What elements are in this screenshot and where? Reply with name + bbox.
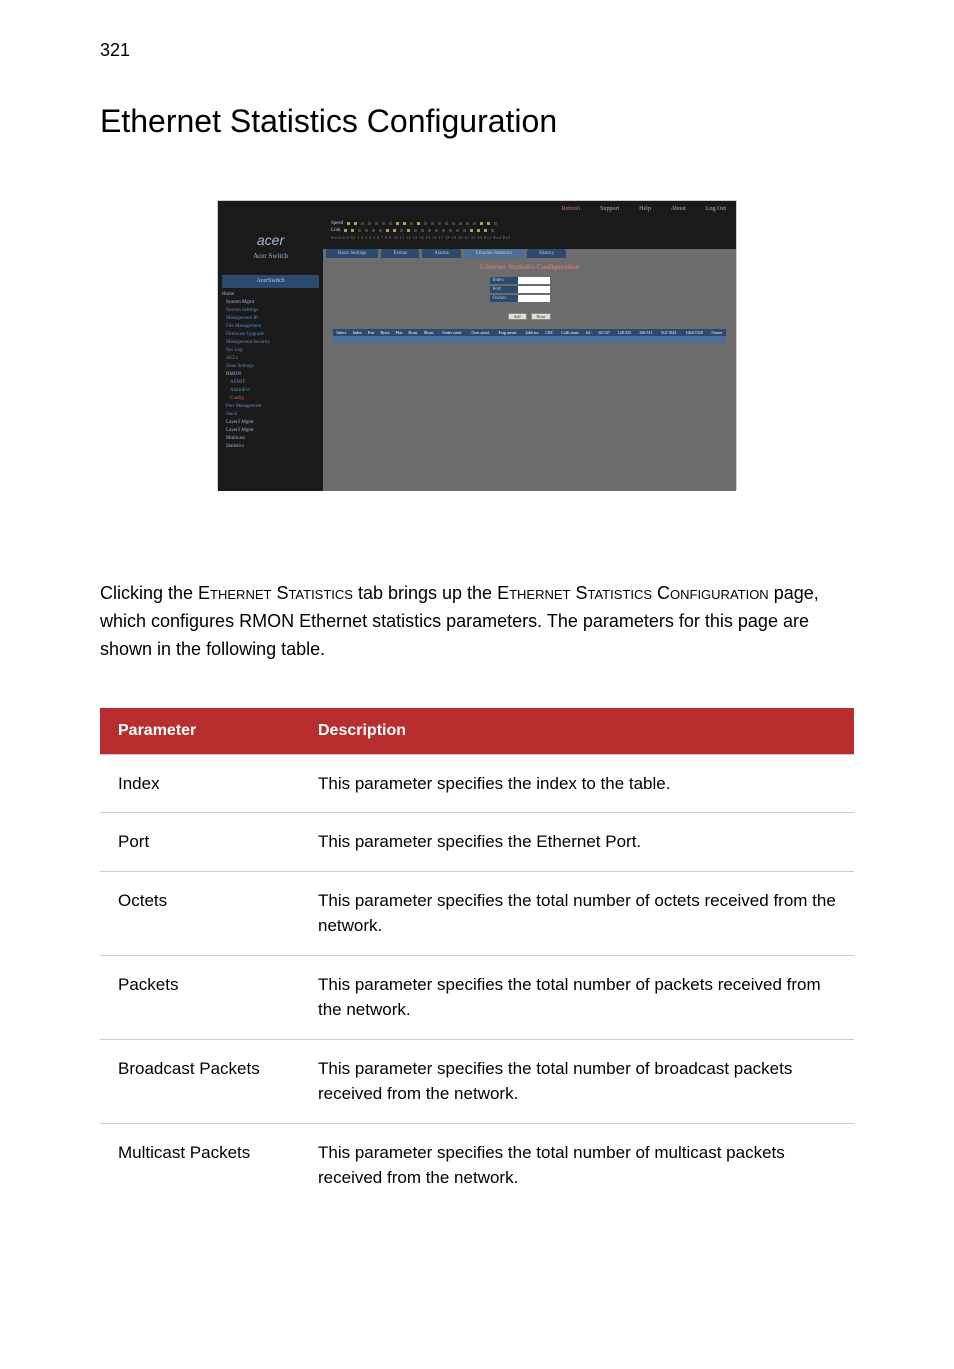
form-port-label: Port (490, 286, 518, 293)
parameter-table: Parameter Description IndexThis paramete… (100, 708, 854, 1207)
table-row: Broadcast PacketsThis parameter specifie… (100, 1039, 854, 1123)
sidebar-item: Stack (222, 411, 319, 419)
table-header-parameter: Parameter (100, 708, 300, 755)
stats-col: Bytes (377, 329, 393, 336)
screenshot-main: Speed Link Switch 0 Gi 1 2 3 4 5 6 7 8 9… (323, 217, 736, 491)
table-header-description: Description (300, 708, 854, 755)
stats-col: Frag ments (494, 329, 522, 336)
stats-col: Over sized (467, 329, 494, 336)
stats-col: CRC (542, 329, 556, 336)
stats-col: Bcast (405, 329, 420, 336)
header-link: Help (639, 206, 651, 212)
smallcaps-text: Ethernet Statistics (198, 583, 353, 603)
content-title: Ethernet Statistics Configuration (333, 261, 726, 277)
param-desc: This parameter specifies the Ethernet Po… (300, 813, 854, 872)
form-port-select (518, 286, 550, 293)
sidebar-item: File Management (222, 323, 319, 331)
reset-button: Reset (531, 313, 552, 320)
sidebar-item: Layer3 Mgmt (222, 427, 319, 435)
param-name: Index (100, 754, 300, 813)
stats-col: 64 - (583, 329, 595, 336)
table-row: PortThis parameter specifies the Etherne… (100, 813, 854, 872)
form-index-label: Index (490, 277, 518, 284)
tab-events: Events (381, 249, 419, 258)
port-speed-label: Speed (331, 221, 343, 226)
table-row: OctetsThis parameter specifies the total… (100, 871, 854, 955)
sidebar-item: Zone Settings (222, 363, 319, 371)
param-desc: This parameter specifies the total numbe… (300, 955, 854, 1039)
table-row: Multicast PacketsThis parameter specifie… (100, 1123, 854, 1207)
stats-col: Mcast (420, 329, 436, 336)
param-name: Port (100, 813, 300, 872)
smallcaps-text: Ethernet Statistics Configuration (497, 583, 769, 603)
stats-table: SelectIndexPortBytesPktsBcastMcastUnder … (333, 329, 726, 343)
header-link: About (671, 206, 686, 212)
param-desc: This parameter specifies the total numbe… (300, 1039, 854, 1123)
stats-col: Owner (708, 329, 726, 336)
page-number: 321 (100, 40, 854, 61)
body-paragraph: Clicking the Ethernet Statistics tab bri… (100, 580, 854, 664)
param-name: Packets (100, 955, 300, 1039)
sidebar-item: AlarmEvt (222, 387, 319, 395)
stats-col: 256-511 (635, 329, 656, 336)
param-name: Octets (100, 871, 300, 955)
form-index-input (518, 277, 550, 284)
stats-col: 512-1023 (656, 329, 680, 336)
port-link-label: Link (331, 228, 340, 233)
sidebar-item: Layer2 Mgmt (222, 419, 319, 427)
sidebar-item-active: Config (222, 395, 319, 403)
stats-col: 128-255 (614, 329, 635, 336)
stats-col: Port (365, 329, 377, 336)
screenshot-sidebar: acer Acer Switch AcerSwitch Home System … (218, 217, 323, 491)
stats-col: Index (349, 329, 365, 336)
add-button: Add (508, 313, 527, 320)
sidebar-item: Firmware Upgrade (222, 331, 319, 339)
sidebar-item: Port Management (222, 403, 319, 411)
tab-alarms: Alarms (422, 249, 461, 258)
param-name: Broadcast Packets (100, 1039, 300, 1123)
param-desc: This parameter specifies the total numbe… (300, 871, 854, 955)
table-row: PacketsThis parameter specifies the tota… (100, 955, 854, 1039)
sidebar-section: System Mgmt (222, 299, 319, 307)
sidebar-item: System Settings (222, 307, 319, 315)
sidebar-item: Management IP (222, 315, 319, 323)
param-desc: This parameter specifies the total numbe… (300, 1123, 854, 1207)
screenshot-header: Refresh Support Help About Log Out (218, 201, 736, 217)
brand-logo: acer (222, 229, 319, 251)
stats-col: 1024-1518 (681, 329, 708, 336)
page-title: Ethernet Statistics Configuration (100, 103, 854, 140)
sidebar-item: Multicast (222, 435, 319, 443)
port-numbers: Switch 0 Gi 1 2 3 4 5 6 7 8 9 10 11 12 1… (331, 235, 728, 240)
sidebar-item: Statistics (222, 443, 319, 451)
stats-col: Pkts (393, 329, 405, 336)
stats-col: 65-127 (595, 329, 614, 336)
sidebar-home: Home (222, 291, 319, 299)
form-owner-input (518, 295, 550, 302)
stats-col: Under sized (437, 329, 467, 336)
sidebar-item: Sys Log (222, 347, 319, 355)
tabs: Basic Settings Events Alarms Ethernet St… (323, 249, 736, 258)
brand-subtitle: Acer Switch (222, 251, 319, 262)
param-name: Multicast Packets (100, 1123, 300, 1207)
header-link: Log Out (706, 206, 726, 212)
param-desc: This parameter specifies the index to th… (300, 754, 854, 813)
form-owner-label: Owner (490, 295, 518, 302)
sidebar-item: ACLs (222, 355, 319, 363)
tab-history: History (527, 249, 566, 258)
stats-col: Select (333, 329, 349, 336)
stats-col: Colli sions (556, 329, 583, 336)
header-link: Support (600, 206, 619, 212)
tab-ethernet-stats: Ethernet Statistics (464, 249, 524, 258)
header-link: Refresh (561, 206, 580, 212)
sidebar-rmon: RMON (222, 371, 319, 379)
sidebar-item: Management Security (222, 339, 319, 347)
embedded-screenshot: Refresh Support Help About Log Out acer … (217, 200, 737, 490)
table-row: IndexThis parameter specifies the index … (100, 754, 854, 813)
tab-basic: Basic Settings (326, 249, 378, 258)
sidebar-title: AcerSwitch (222, 275, 319, 289)
sidebar-item: ASMIF (222, 379, 319, 387)
stats-col: Jabb ers (521, 329, 542, 336)
